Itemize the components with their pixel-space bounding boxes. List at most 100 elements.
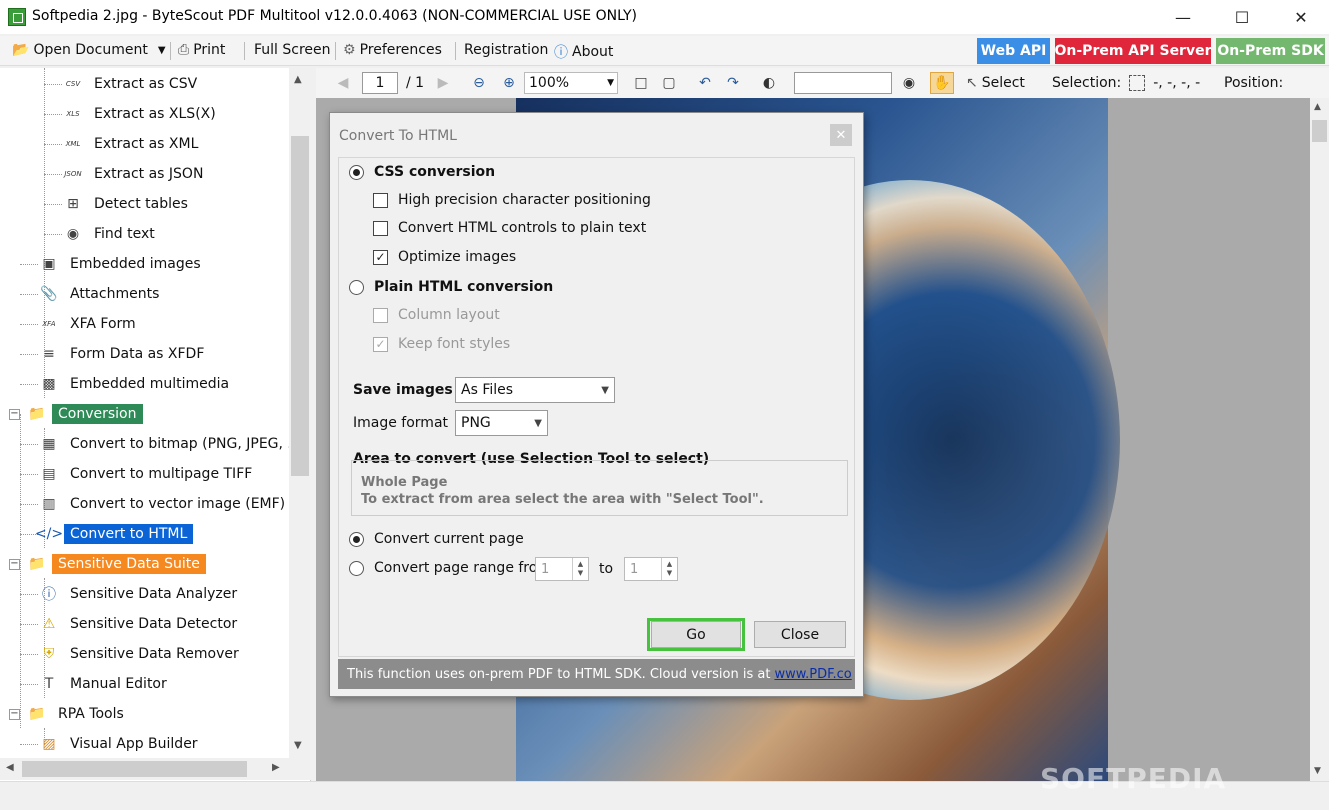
tree-item-sensitive-data-analyzer[interactable]: ⓘ Sensitive Data Analyzer (40, 581, 243, 607)
chevron-left-icon[interactable]: ◀ (6, 762, 14, 773)
contrast-icon[interactable]: ◐ (758, 72, 780, 94)
chevron-up-icon[interactable]: ▲ (294, 74, 302, 85)
preferences-button[interactable]: ⚙ Preferences (343, 42, 442, 58)
tree-item-xfa-form[interactable]: XFA XFA Form (40, 311, 142, 337)
tree-item-sensitive-data-detector[interactable]: ⚠ Sensitive Data Detector (40, 611, 243, 637)
radio-checked[interactable] (349, 164, 364, 180)
image-format-select[interactable]: PNG ▼ (455, 410, 548, 436)
keep-font-styles-checkbox[interactable]: ✓ Keep font styles (373, 336, 510, 352)
tree-item-conversion[interactable]: 📁 Conversion (28, 401, 143, 427)
tree-item-attachments[interactable]: 📎 Attachments (40, 281, 165, 307)
tree-item-form-data-as-xfdf[interactable]: ≡ Form Data as XFDF (40, 341, 210, 367)
on-prem-api-server-button[interactable]: On-Prem API Server (1055, 38, 1212, 64)
tree-collapse-icon[interactable]: − (9, 559, 20, 570)
tree-item-extract-as-xls-x[interactable]: XLS Extract as XLS(X) (64, 101, 222, 127)
checkbox[interactable] (373, 192, 388, 208)
hand-tool-icon[interactable]: ✋ (930, 72, 954, 94)
plain-conversion-radio[interactable]: Plain HTML conversion (349, 279, 553, 295)
web-api-button[interactable]: Web API (977, 38, 1050, 64)
spinner-arrows-icon[interactable]: ▲ ▼ (661, 558, 677, 580)
tree-item-extract-as-xml[interactable]: XML Extract as XML (64, 131, 204, 157)
tree-item-sensitive-data-suite[interactable]: 📁 Sensitive Data Suite (28, 551, 206, 577)
paperclip-icon: 📎 (40, 286, 58, 302)
scroll-thumb[interactable] (291, 136, 309, 476)
next-page-icon[interactable]: ▶ (432, 72, 454, 94)
chevron-down-icon[interactable]: ▼ (158, 45, 166, 56)
convert-controls-checkbox[interactable]: Convert HTML controls to plain text (373, 220, 646, 236)
tree-item-extract-as-json[interactable]: JSON Extract as JSON (64, 161, 209, 187)
scroll-thumb[interactable] (1312, 120, 1327, 142)
folder-icon: 📁 (28, 556, 46, 572)
tree-collapse-icon[interactable]: − (9, 409, 20, 420)
save-images-select[interactable]: As Files ▼ (455, 377, 615, 403)
tree-item-sensitive-data-remover[interactable]: ⛨ Sensitive Data Remover (40, 641, 245, 667)
about-button[interactable]: ⓘ About (554, 42, 613, 62)
checkbox-checked[interactable]: ✓ (373, 249, 388, 265)
close-button[interactable]: Close (754, 621, 846, 648)
tree-collapse-icon[interactable]: − (9, 709, 20, 720)
tree-item-convert-to-html[interactable]: </> Convert to HTML (35, 521, 194, 547)
checkbox-disabled-checked[interactable]: ✓ (373, 336, 388, 352)
tree-item-manual-editor[interactable]: T Manual Editor (40, 671, 173, 697)
previous-page-icon[interactable]: ◀ (332, 72, 354, 94)
chevron-up-icon[interactable]: ▲ (1314, 102, 1321, 112)
tree-item-visual-app-builder[interactable]: ▨ Visual App Builder (40, 731, 204, 757)
radio-unchecked[interactable] (349, 560, 364, 576)
radio-checked[interactable] (349, 531, 364, 547)
binoculars-icon[interactable]: ◉ (898, 72, 920, 94)
tree-vertical-scrollbar[interactable]: ▲ ▼ (289, 68, 311, 758)
tree-item-convert-to-vector-image-emf[interactable]: ▥ Convert to vector image (EMF) (40, 491, 291, 517)
tree-item-detect-tables[interactable]: ⊞ Detect tables (64, 191, 194, 217)
convert-current-page-radio[interactable]: Convert current page (349, 531, 524, 547)
dialog-close-icon[interactable]: ✕ (830, 124, 852, 146)
print-button[interactable]: ⎙ Print (178, 42, 225, 58)
zoom-select[interactable]: 100% ▼ (524, 72, 618, 94)
tree-item-rpa-tools[interactable]: 📁 RPA Tools (28, 701, 130, 727)
search-input[interactable] (794, 72, 892, 94)
checkbox[interactable] (373, 220, 388, 236)
rotate-left-icon[interactable]: ↶ (694, 72, 716, 94)
scroll-thumb[interactable] (22, 761, 247, 777)
zoom-out-icon[interactable]: ⊖ (468, 72, 490, 94)
checkbox-disabled[interactable] (373, 307, 388, 323)
close-icon[interactable]: ✕ (1278, 0, 1324, 34)
tree-item-convert-to-bitmap-png-jpeg[interactable]: ▦ Convert to bitmap (PNG, JPEG, ... (40, 431, 307, 457)
radio-unchecked[interactable] (349, 279, 364, 295)
single-page-icon[interactable]: □ (630, 72, 652, 94)
chevron-down-icon[interactable]: ▼ (294, 740, 302, 751)
tree-item-label: Convert to bitmap (PNG, JPEG, ... (70, 436, 301, 452)
tree-item-extract-as-csv[interactable]: CSV Extract as CSV (64, 71, 203, 97)
select-tool-button[interactable]: ↖ Select (966, 72, 1025, 94)
chevron-right-icon[interactable]: ▶ (272, 762, 280, 773)
maximize-icon[interactable]: ☐ (1219, 0, 1265, 34)
high-precision-checkbox[interactable]: High precision character positioning (373, 192, 651, 208)
spinner-arrows-icon[interactable]: ▲ ▼ (572, 558, 588, 580)
range-to-stepper[interactable]: 1 ▲ ▼ (624, 557, 678, 581)
minimize-icon[interactable]: — (1160, 0, 1206, 34)
go-button[interactable]: Go (651, 621, 741, 648)
zoom-in-icon[interactable]: ⊕ (498, 72, 520, 94)
tree-item-label: Extract as CSV (94, 76, 198, 92)
page-number-input[interactable]: 1 (362, 72, 398, 94)
rotate-right-icon[interactable]: ↷ (722, 72, 744, 94)
chevron-down-icon[interactable]: ▼ (1314, 766, 1321, 776)
css-conversion-radio[interactable]: CSS conversion (349, 164, 495, 180)
optimize-images-checkbox[interactable]: ✓ Optimize images (373, 249, 516, 265)
tree-item-convert-to-multipage-tiff[interactable]: ▤ Convert to multipage TIFF (40, 461, 258, 487)
area-box: Whole Page To extract from area select t… (351, 460, 848, 516)
on-prem-sdk-button[interactable]: On-Prem SDK (1216, 38, 1325, 64)
tree-horizontal-scrollbar[interactable]: ◀ ▶ (0, 758, 311, 780)
fit-page-icon[interactable]: ▢ (658, 72, 680, 94)
full-screen-button[interactable]: Full Screen (254, 42, 331, 58)
tree-item-embedded-multimedia[interactable]: ▩ Embedded multimedia (40, 371, 235, 397)
registration-button[interactable]: Registration (464, 42, 548, 58)
tree-item-embedded-images[interactable]: ▣ Embedded images (40, 251, 207, 277)
pdfco-link[interactable]: www.PDF.co (774, 667, 851, 682)
image-icon: ▣ (42, 256, 56, 272)
column-layout-checkbox[interactable]: Column layout (373, 307, 500, 323)
open-document-button[interactable]: 📂 Open Document ▼ (12, 42, 166, 58)
viewer-vertical-scrollbar[interactable]: ▲ ▼ (1310, 98, 1329, 781)
convert-page-range-radio[interactable]: Convert page range from (349, 560, 551, 576)
range-from-stepper[interactable]: 1 ▲ ▼ (535, 557, 589, 581)
tree-item-find-text[interactable]: ◉ Find text (64, 221, 161, 247)
